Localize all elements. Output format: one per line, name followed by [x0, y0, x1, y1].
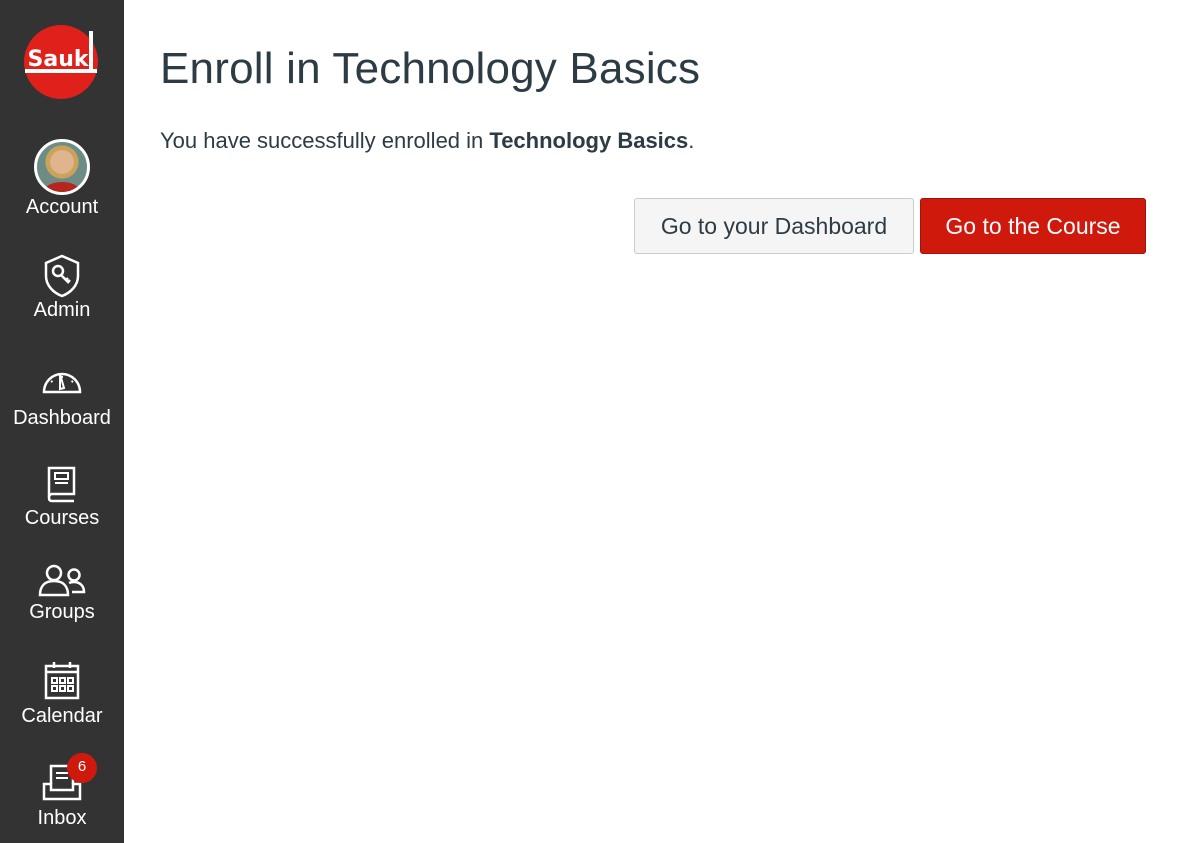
- sauk-logo-icon: Sauk: [24, 25, 98, 99]
- message-period: .: [688, 128, 695, 153]
- nav-courses-label: Courses: [24, 507, 100, 529]
- nav-account[interactable]: Account: [0, 139, 124, 219]
- nav-calendar[interactable]: Calendar: [0, 660, 124, 728]
- global-nav-sidebar: Sauk Account Admin Dashboard Courses Gro…: [0, 0, 124, 843]
- nav-inbox[interactable]: Inbox: [0, 764, 124, 830]
- page-title: Enroll in Technology Basics: [160, 44, 701, 93]
- nav-groups-label: Groups: [29, 601, 95, 623]
- nav-inbox-label: Inbox: [37, 807, 87, 829]
- svg-text:Sauk: Sauk: [28, 47, 90, 72]
- sauk-logo[interactable]: Sauk: [21, 25, 101, 99]
- users-icon: [38, 564, 86, 597]
- calendar-icon: [44, 662, 80, 700]
- message-text: You have successfully enrolled in: [160, 128, 490, 153]
- inbox-unread-badge: 6: [67, 753, 97, 783]
- nav-courses[interactable]: Courses: [0, 464, 124, 530]
- shield-key-icon: [44, 254, 80, 298]
- enrollment-message: You have successfully enrolled in Techno…: [160, 126, 694, 156]
- course-name: Technology Basics: [489, 128, 689, 153]
- nav-calendar-label: Calendar: [21, 705, 103, 727]
- main-content: Enroll in Technology Basics You have suc…: [124, 0, 1180, 843]
- nav-account-label: Account: [25, 196, 99, 218]
- nav-dashboard-label: Dashboard: [13, 407, 111, 429]
- nav-admin[interactable]: Admin: [0, 254, 124, 322]
- speedometer-icon: [42, 372, 82, 394]
- nav-dashboard[interactable]: Dashboard: [0, 364, 124, 430]
- nav-groups[interactable]: Groups: [0, 562, 124, 624]
- avatar: [34, 139, 90, 195]
- go-to-dashboard-button[interactable]: Go to your Dashboard: [634, 198, 914, 254]
- go-to-course-button[interactable]: Go to the Course: [920, 198, 1146, 254]
- nav-admin-label: Admin: [33, 299, 91, 321]
- book-icon: [47, 466, 76, 503]
